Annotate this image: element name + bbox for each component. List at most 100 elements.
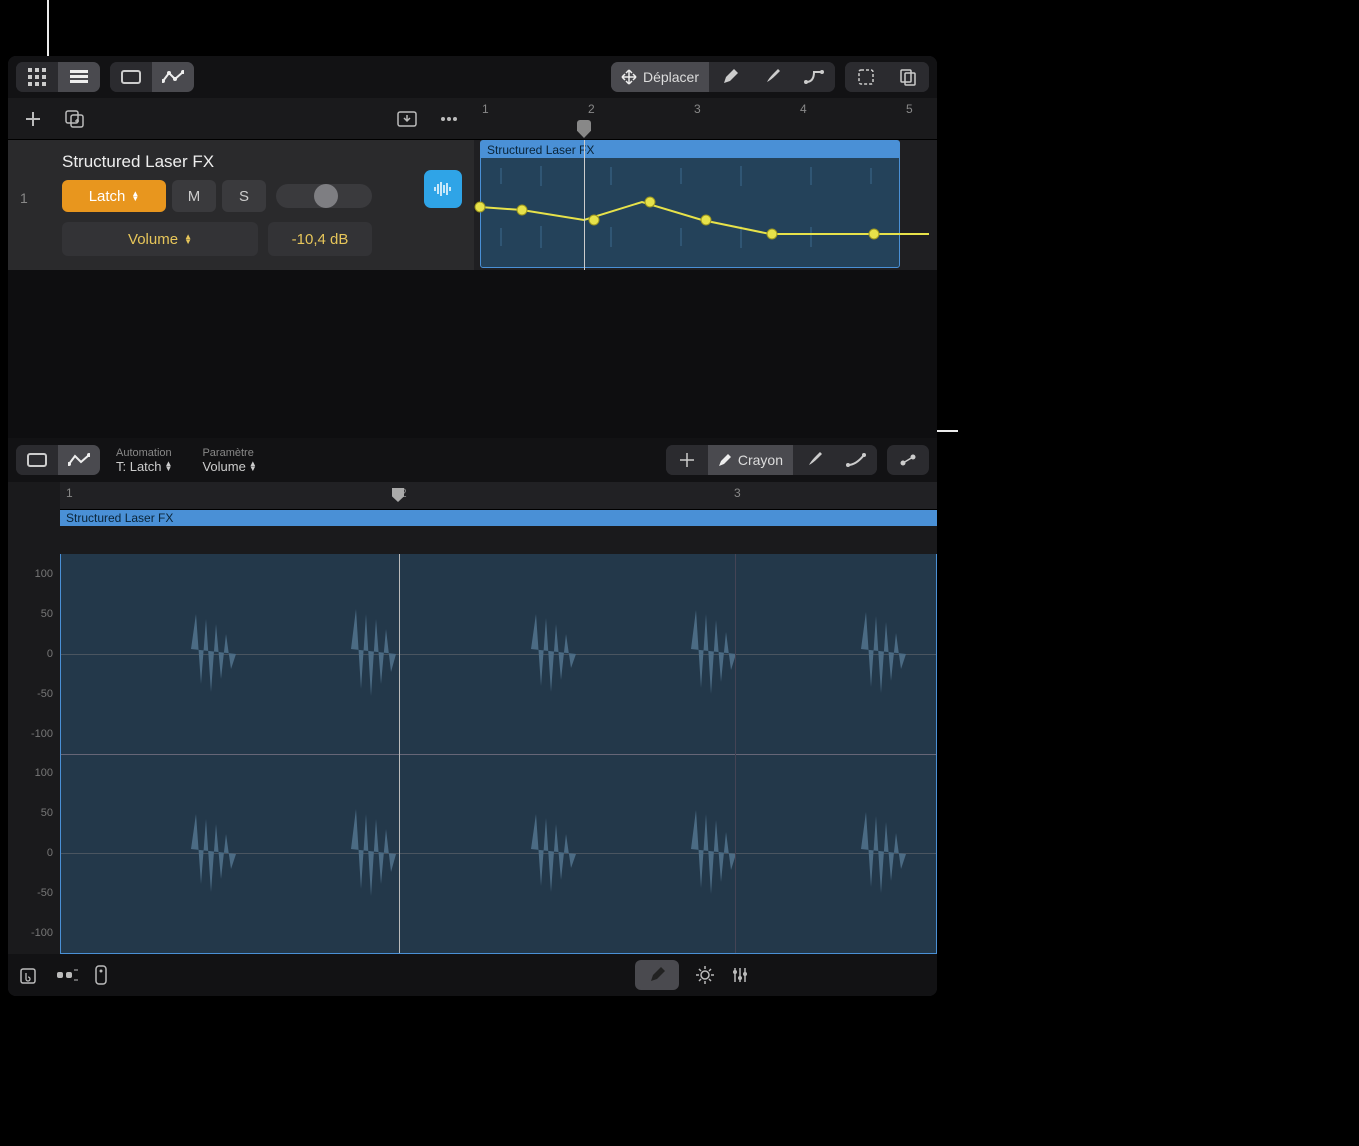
audio-editor: Automation T: Latch▲▼ Paramètre Volume▲▼… bbox=[8, 438, 937, 996]
region-view-button[interactable] bbox=[110, 62, 152, 92]
db-label: 50 bbox=[41, 807, 53, 819]
editor-automation-view-button[interactable] bbox=[58, 445, 100, 475]
editor-brush-tool-button[interactable] bbox=[793, 445, 835, 475]
ruler-mark: 3 bbox=[734, 486, 741, 500]
pencil-tool-button[interactable] bbox=[709, 62, 751, 92]
move-icon bbox=[679, 452, 695, 468]
automation-curve-icon bbox=[68, 453, 90, 467]
editor-view-group bbox=[16, 445, 100, 475]
param-value-label: -10,4 dB bbox=[292, 231, 349, 248]
move-tool-label: Déplacer bbox=[643, 69, 699, 85]
editor-toolbar: Automation T: Latch▲▼ Paramètre Volume▲▼… bbox=[8, 438, 937, 482]
editor-region-name: Structured Laser FX bbox=[66, 511, 173, 525]
ruler-mark: 2 bbox=[588, 102, 595, 116]
pencil-icon bbox=[649, 967, 665, 983]
solo-label: S bbox=[239, 188, 249, 205]
track-list-header bbox=[8, 98, 474, 140]
duplicate-track-button[interactable] bbox=[60, 104, 90, 134]
waveform-icon bbox=[433, 181, 453, 197]
automation-value-display[interactable]: -10,4 dB bbox=[268, 222, 372, 256]
chevron-updown-icon: ▲▼ bbox=[165, 461, 173, 471]
editor-region-header[interactable]: Structured Laser FX bbox=[60, 510, 937, 526]
editor-bar-line bbox=[735, 554, 736, 953]
eq-button[interactable] bbox=[731, 966, 749, 984]
grid-view-button[interactable] bbox=[16, 62, 58, 92]
waveform-svg bbox=[61, 554, 936, 953]
clipboard-group bbox=[845, 62, 929, 92]
rectangle-icon bbox=[121, 70, 141, 84]
move-tool-button[interactable]: Déplacer bbox=[611, 62, 709, 92]
editor-param-value: Volume bbox=[202, 459, 245, 474]
editor-curve-tool-button[interactable] bbox=[835, 445, 877, 475]
pencil-icon bbox=[718, 453, 732, 467]
arrange-lane[interactable]: Structured Laser FX bbox=[474, 140, 937, 270]
slider-knob[interactable] bbox=[314, 184, 338, 208]
editor-param-readout: Automation T: Latch▲▼ Paramètre Volume▲▼ bbox=[116, 447, 257, 474]
editor-automation-value: T: Latch bbox=[116, 459, 162, 474]
plus-icon bbox=[24, 110, 42, 128]
library-button[interactable] bbox=[20, 966, 40, 984]
automation-view-button[interactable] bbox=[152, 62, 194, 92]
record-enable-button[interactable] bbox=[424, 170, 462, 208]
editor-automation-mode-selector[interactable]: Automation T: Latch▲▼ bbox=[116, 447, 172, 474]
track-name-label: Structured Laser FX bbox=[62, 152, 464, 172]
automation-param-selector[interactable]: Volume ▲▼ bbox=[62, 222, 258, 256]
arrange-ruler[interactable]: 1 2 3 4 5 bbox=[474, 98, 937, 140]
db-scale: 100 50 0 -50 -100 100 50 0 -50 -100 bbox=[9, 554, 59, 953]
solo-button[interactable]: S bbox=[222, 180, 266, 212]
list-view-button[interactable] bbox=[58, 62, 100, 92]
nodes-icon bbox=[899, 453, 917, 467]
chevron-updown-icon: ▲▼ bbox=[249, 461, 257, 471]
inspector-button[interactable] bbox=[94, 965, 108, 985]
curve-icon bbox=[846, 453, 866, 467]
import-icon bbox=[397, 111, 417, 127]
db-label: 50 bbox=[41, 608, 53, 620]
chevron-updown-icon: ▲▼ bbox=[184, 234, 192, 244]
db-label: 0 bbox=[47, 847, 53, 859]
editor-param-selector[interactable]: Paramètre Volume▲▼ bbox=[202, 447, 256, 474]
mixer-icon bbox=[56, 968, 78, 982]
track-header[interactable]: 1 Structured Laser FX Latch ▲▼ M S Volum… bbox=[8, 140, 474, 270]
editor-pencil-tool-button[interactable]: Crayon bbox=[708, 445, 793, 475]
automation-curve[interactable] bbox=[474, 152, 934, 272]
edit-tool-group: Déplacer bbox=[611, 62, 835, 92]
app-window: Déplacer bbox=[8, 56, 937, 996]
brush-tool-button[interactable] bbox=[751, 62, 793, 92]
editor-region-view-button[interactable] bbox=[16, 445, 58, 475]
volume-slider[interactable] bbox=[276, 184, 372, 208]
editor-nodes-button[interactable] bbox=[887, 445, 929, 475]
rectangle-icon bbox=[27, 453, 47, 467]
edit-mode-pencil-button[interactable] bbox=[635, 960, 679, 990]
copy-button[interactable] bbox=[887, 62, 929, 92]
editor-pencil-label: Crayon bbox=[738, 452, 783, 468]
mute-button[interactable]: M bbox=[172, 180, 216, 212]
automation-mode-button[interactable]: Latch ▲▼ bbox=[62, 180, 166, 212]
bottom-toolbar bbox=[8, 954, 937, 996]
ruler-mark: 1 bbox=[482, 102, 489, 116]
db-label: 100 bbox=[35, 568, 53, 580]
sun-icon bbox=[695, 965, 715, 985]
waveform-display[interactable]: 100 50 0 -50 -100 100 50 0 -50 -100 bbox=[60, 554, 937, 954]
automation-curve-icon bbox=[162, 70, 184, 84]
curve-tool-button[interactable] bbox=[793, 62, 835, 92]
select-button[interactable] bbox=[845, 62, 887, 92]
editor-move-tool-button[interactable] bbox=[666, 445, 708, 475]
automation-mode-label: Latch bbox=[89, 188, 126, 205]
view-mode-group bbox=[16, 62, 100, 92]
import-button[interactable] bbox=[392, 104, 422, 134]
brightness-button[interactable] bbox=[695, 965, 715, 985]
editor-playhead-line bbox=[399, 554, 400, 953]
playhead[interactable] bbox=[577, 120, 591, 138]
editor-ruler[interactable]: 1 2 3 bbox=[60, 482, 937, 510]
mixer-button[interactable] bbox=[56, 968, 78, 982]
library-icon bbox=[20, 966, 40, 984]
editor-misc-group bbox=[887, 445, 929, 475]
duplicate-icon bbox=[65, 110, 85, 128]
brush-icon bbox=[764, 69, 780, 85]
add-track-button[interactable] bbox=[18, 104, 48, 134]
track-number: 1 bbox=[20, 190, 28, 206]
more-button[interactable] bbox=[434, 104, 464, 134]
tracks-toolbar: Déplacer bbox=[8, 56, 937, 98]
ruler-mark: 1 bbox=[66, 486, 73, 500]
ellipsis-icon bbox=[440, 116, 458, 122]
